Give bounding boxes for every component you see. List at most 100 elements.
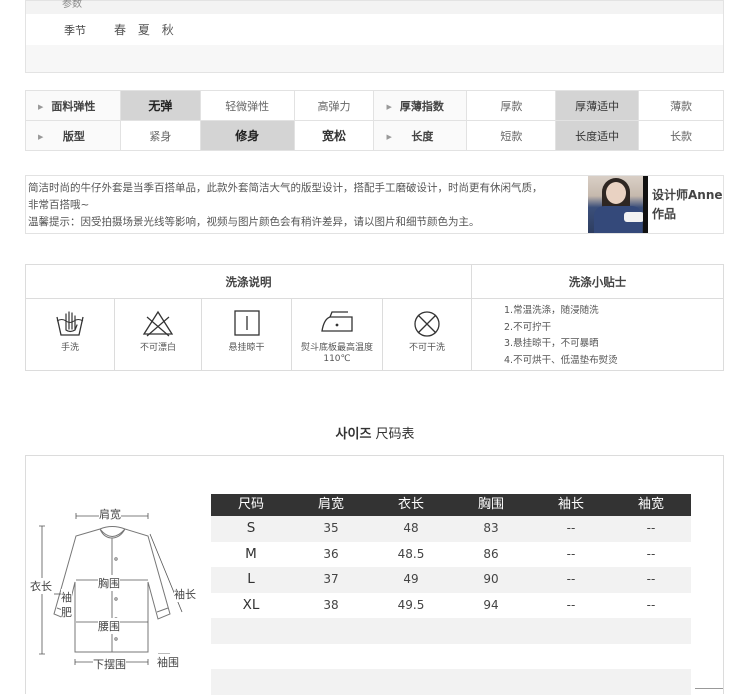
wash-tips-list: 1.常温洗涤，随浸随洗 2.不可拧干 3.悬挂晾干，不可暴晒 4.不可烘干、低温… (504, 303, 618, 369)
chest-cell: 94 (483, 597, 499, 612)
triangle-right-icon: ▶ (386, 132, 392, 141)
hang-dry-icon (233, 310, 260, 336)
attribute-row-fit: ▶ 版型 紧身 修身 宽松 ▶ 长度 短款 长度适中 长款 (25, 120, 724, 151)
wash-item-hand-wash: 手洗 (26, 299, 115, 370)
wash-instructions-title: 洗涤说明 (26, 265, 472, 299)
size-table-header: 尺码 肩宽 衣长 胸围 袖长 袖宽 (211, 494, 691, 516)
length-cell: 49.5 (397, 597, 425, 612)
size-chart-title-ko: 사이즈 (335, 427, 372, 442)
size-cell: M (245, 545, 257, 562)
season-value-spring: 春 (114, 23, 128, 37)
diagram-label-shoulder: 肩宽 (99, 506, 121, 522)
diagram-label-chest: 胸围 (98, 575, 120, 591)
shirt-measurement-diagram: 肩宽 衣长 胸围 袖长 袖 肥 腰围 下摆围 袖围 (30, 504, 200, 674)
diagram-label-sleeve-width-1: 袖 (61, 589, 72, 605)
iron-icon (321, 311, 353, 332)
wash-tip-3: 3.悬挂晾干，不可暴晒 (504, 338, 599, 349)
fit-label: ▶ 版型 (25, 120, 121, 151)
sleeve-length-cell: -- (566, 521, 576, 535)
size-header-length: 衣长 (397, 497, 424, 512)
size-cell: XL (242, 596, 260, 613)
fit-option-slim: 修身 (199, 120, 295, 151)
thickness-option-thick: 厚款 (466, 90, 557, 121)
triangle-right-icon: ▶ (386, 102, 392, 111)
description-line-3: 温馨提示：因受拍摄场景光线等影响，视频与图片颜色会有稍许差异，请以图片和细节颜色… (28, 216, 480, 228)
hand-wash-icon (56, 311, 84, 336)
sleeve-length-cell: -- (566, 572, 576, 586)
table-row-empty (211, 669, 691, 695)
size-cell: L (247, 571, 255, 587)
length-cell: 48 (403, 521, 419, 535)
attribute-table: ▶ 面料弹性 无弹 轻微弹性 高弹力 ▶ 厚薄指数 厚款 厚薄适中 薄款 ▶ 版型 … (25, 90, 724, 151)
diagram-label-sleeve-width-2: 肥 (61, 604, 72, 620)
size-header-sleeve-length: 袖长 (557, 497, 584, 512)
wash-tip-4: 4.不可烘干、低温垫布熨烫 (504, 354, 618, 366)
table-row: S 35 48 83 -- -- (211, 516, 691, 542)
designer-works: 作品 (652, 207, 677, 221)
length-option-short: 短款 (466, 120, 557, 151)
sleeve-width-cell: -- (646, 521, 656, 535)
size-header-shoulder: 肩宽 (317, 497, 344, 512)
size-header-size: 尺码 (237, 497, 264, 512)
description-text: 简洁时尚的牛仔外套是当季百搭单品，此款外套简洁大气的版型设计，搭配手工磨破设计，… (28, 180, 583, 231)
shoulder-cell: 35 (323, 521, 339, 535)
wash-item-no-dry-clean: 不可干洗 (383, 299, 472, 370)
hand-wash-caption: 手洗 (60, 343, 79, 353)
wash-item-hang-dry: 悬挂晾干 (202, 299, 292, 370)
chest-cell: 86 (483, 546, 499, 561)
size-cell: S (246, 520, 256, 536)
wash-item-no-bleach: 不可漂白 (115, 299, 202, 370)
iron-caption: 熨斗底板最高温度110℃ (300, 343, 373, 364)
chest-cell: 83 (483, 521, 499, 535)
attribute-row-fabric: ▶ 面料弹性 无弹 轻微弹性 高弹力 ▶ 厚薄指数 厚款 厚薄适中 薄款 (25, 90, 724, 121)
thickness-option-medium: 厚薄适中 (555, 90, 640, 121)
fit-option-loose: 宽松 (293, 120, 375, 151)
season-top-label: 参数 (62, 0, 82, 10)
wash-care-section: 洗涤说明 洗涤小贴士 手洗 不可漂白 悬挂晾干 熨斗底板最高温度110℃ 不可干… (25, 264, 724, 371)
season-label: 季节 (64, 24, 86, 37)
size-chart-title: 사이즈 尺码表 (0, 423, 750, 442)
size-header-sleeve-width: 袖宽 (637, 497, 664, 512)
diagram-label-waist: 腰围 (98, 618, 120, 634)
sleeve-length-cell: -- (566, 546, 576, 561)
shoulder-cell: 38 (323, 597, 339, 612)
season-value-autumn: 秋 (161, 23, 175, 37)
chest-cell: 90 (483, 572, 499, 586)
table-row: M 36 48.5 86 -- -- (211, 542, 691, 568)
designer-label: 设计师Anne 作品 (652, 186, 723, 224)
sleeve-width-cell: -- (646, 546, 656, 561)
no-bleach-icon (142, 310, 174, 337)
season-value-summer: 夏 (137, 23, 151, 37)
length-option-medium: 长度适中 (555, 120, 640, 151)
length-cell: 48.5 (397, 546, 425, 561)
description-section: 简洁时尚的牛仔外套是当季百搭单品，此款外套简洁大气的版型设计，搭配手工磨破设计，… (25, 175, 724, 234)
thickness-option-thin: 薄款 (638, 90, 724, 121)
shoulder-cell: 37 (323, 572, 339, 586)
size-chart-title-zh: 尺码表 (375, 427, 415, 442)
fabric-option-high: 高弹力 (293, 90, 375, 121)
table-row-empty (211, 618, 691, 644)
size-header-chest: 胸围 (477, 497, 504, 512)
season-section: 参数 季节 春 夏 秋 (25, 0, 724, 73)
divider (695, 688, 723, 689)
shoulder-cell: 36 (323, 546, 339, 561)
fabric-elasticity-label: ▶ 面料弹性 (25, 90, 121, 121)
table-row: XL 38 49.5 94 -- -- (211, 593, 691, 619)
designer-photo (588, 176, 648, 233)
fit-option-tight: 紧身 (119, 120, 201, 151)
length-option-long: 长款 (638, 120, 724, 151)
description-line-1: 简洁时尚的牛仔外套是当季百搭单品，此款外套简洁大气的版型设计，搭配手工磨破设计，… (28, 182, 543, 194)
designer-name: 设计师Anne (652, 188, 723, 202)
season-values: 春 夏 秋 (114, 21, 181, 38)
no-dry-clean-icon (414, 311, 440, 337)
diagram-label-hem: 下摆围 (93, 656, 126, 672)
diagram-label-cuff: 袖围 (157, 654, 179, 670)
description-line-2: 非常百搭哦~ (28, 199, 90, 211)
no-dry-clean-caption: 不可干洗 (408, 343, 445, 353)
sleeve-width-cell: -- (646, 572, 656, 586)
length-label: ▶ 长度 (373, 120, 468, 151)
hang-dry-caption: 悬挂晾干 (228, 343, 265, 353)
thickness-label: ▶ 厚薄指数 (373, 90, 468, 121)
triangle-right-icon: ▶ (38, 132, 44, 141)
wash-tip-2: 2.不可拧干 (504, 321, 552, 333)
